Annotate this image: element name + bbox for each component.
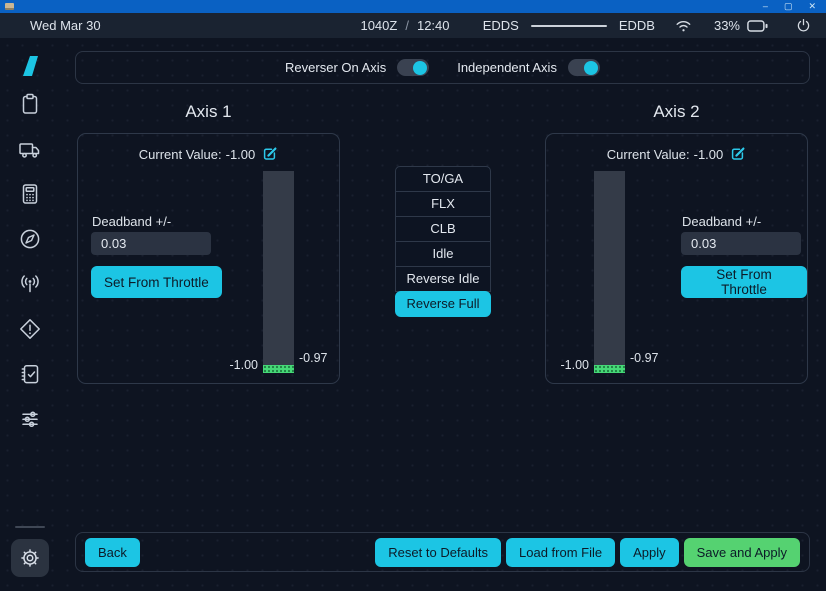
app-icon <box>5 3 14 10</box>
clock-separator: / <box>405 18 409 33</box>
wifi-icon <box>675 19 692 33</box>
axis1-deadband-input[interactable] <box>91 232 211 255</box>
load-from-file-button[interactable]: Load from File <box>506 538 615 567</box>
origin-airport: EDDS <box>483 18 519 33</box>
reverser-on-axis-label: Reverser On Axis <box>285 60 386 75</box>
local-time: 12:40 <box>417 18 450 33</box>
sidebar-item-sliders[interactable] <box>18 407 42 431</box>
gear-icon <box>19 547 41 569</box>
axis1-deadband-marker <box>263 365 294 373</box>
detent-toga[interactable]: TO/GA <box>395 166 491 192</box>
route-progress-line <box>531 25 607 27</box>
sidebar-item-checklist[interactable] <box>18 362 42 386</box>
axis2-bar-low-label: -1.00 <box>546 358 589 372</box>
detent-list: TO/GA FLX CLB Idle Reverse Idle Reverse … <box>395 166 491 317</box>
warning-diamond-icon <box>18 317 42 341</box>
compass-icon <box>18 227 42 251</box>
destination-airport: EDDB <box>619 18 655 33</box>
os-titlebar: – ▢ ✕ <box>0 0 826 13</box>
back-button[interactable]: Back <box>85 538 140 567</box>
independent-axis-toggle[interactable] <box>568 59 600 76</box>
axis1-title: Axis 1 <box>77 102 340 122</box>
status-bar: Wed Mar 30 1040Z / 12:40 EDDS EDDB 33% <box>0 13 826 38</box>
axis2-throttle-bar <box>594 171 625 373</box>
power-icon[interactable] <box>796 18 811 33</box>
maximize-button[interactable]: ▢ <box>784 0 793 13</box>
axis1-throttle-bar <box>263 171 294 373</box>
detent-clb[interactable]: CLB <box>395 216 491 242</box>
main-area: Reverser On Axis Independent Axis Axis 1… <box>0 38 826 591</box>
axis1-panel: Current Value: -1.00 Deadband +/- Set Fr… <box>77 133 340 384</box>
detent-reverse-idle[interactable]: Reverse Idle <box>395 266 491 292</box>
axis2-bar-high-label: -0.97 <box>630 351 659 365</box>
toggle-knob <box>584 61 598 75</box>
apply-button[interactable]: Apply <box>620 538 679 567</box>
footer-action-bar: Back Reset to Defaults Load from File Ap… <box>75 532 810 572</box>
sidebar-item-warning[interactable] <box>18 317 42 341</box>
checklist-icon <box>18 362 42 386</box>
sidebar-item-truck[interactable] <box>18 137 42 161</box>
axis2-deadband-input[interactable] <box>681 232 801 255</box>
sidebar-item-clipboard[interactable] <box>18 92 42 116</box>
toggle-knob <box>413 61 427 75</box>
independent-axis-label: Independent Axis <box>457 60 557 75</box>
sliders-icon <box>18 407 42 431</box>
axis2-panel: Current Value: -1.00 Deadband +/- Set Fr… <box>545 133 808 384</box>
reset-to-defaults-button[interactable]: Reset to Defaults <box>375 538 501 567</box>
save-and-apply-button[interactable]: Save and Apply <box>684 538 800 567</box>
sidebar-item-compass[interactable] <box>18 227 42 251</box>
sidebar-item-settings-active[interactable] <box>11 539 49 577</box>
edit-icon <box>730 146 746 162</box>
sidebar-item-calculator[interactable] <box>18 182 42 206</box>
status-clock: 1040Z / 12:40 <box>360 18 449 33</box>
sidebar <box>0 38 60 591</box>
axis2-deadband-marker <box>594 365 625 373</box>
edit-icon <box>262 146 278 162</box>
detent-reverse-full[interactable]: Reverse Full <box>395 291 491 317</box>
axis1-set-from-throttle-button[interactable]: Set From Throttle <box>91 266 222 298</box>
app-window: – ▢ ✕ Wed Mar 30 1040Z / 12:40 EDDS EDDB <box>0 0 826 591</box>
axis2-set-from-throttle-button[interactable]: Set From Throttle <box>681 266 807 298</box>
axis2-current-value-label: Current Value: <box>607 147 690 162</box>
calculator-icon <box>18 182 42 206</box>
axis1-bar-high-label: -0.97 <box>299 351 328 365</box>
truck-icon <box>18 137 42 161</box>
antenna-icon <box>18 272 42 296</box>
axis2-edit-value-button[interactable] <box>730 146 746 162</box>
close-button[interactable]: ✕ <box>808 0 816 13</box>
battery-percent: 33% <box>714 18 740 33</box>
detent-flx[interactable]: FLX <box>395 191 491 217</box>
axis1-current-value-label: Current Value: <box>139 147 222 162</box>
utc-time: 1040Z <box>360 18 397 33</box>
detent-idle[interactable]: Idle <box>395 241 491 267</box>
reverser-on-axis-toggle[interactable] <box>397 59 429 76</box>
flight-route: EDDS EDDB <box>483 18 655 33</box>
axis2-title: Axis 2 <box>545 102 808 122</box>
clipboard-icon <box>18 92 42 116</box>
axis2-deadband-label: Deadband +/- <box>682 214 761 229</box>
axis2-current-value: -1.00 <box>694 147 724 162</box>
axis1-bar-low-label: -1.00 <box>204 358 258 372</box>
axis-options-bar: Reverser On Axis Independent Axis <box>75 51 810 84</box>
sidebar-divider <box>15 526 45 528</box>
axis1-edit-value-button[interactable] <box>262 146 278 162</box>
battery-icon <box>747 20 768 32</box>
axis1-deadband-label: Deadband +/- <box>92 214 171 229</box>
axis1-current-value: -1.00 <box>226 147 256 162</box>
sidebar-item-antenna[interactable] <box>18 272 42 296</box>
status-date: Wed Mar 30 <box>30 18 101 33</box>
brand-logo-icon <box>18 55 42 77</box>
minimize-button[interactable]: – <box>763 0 768 13</box>
